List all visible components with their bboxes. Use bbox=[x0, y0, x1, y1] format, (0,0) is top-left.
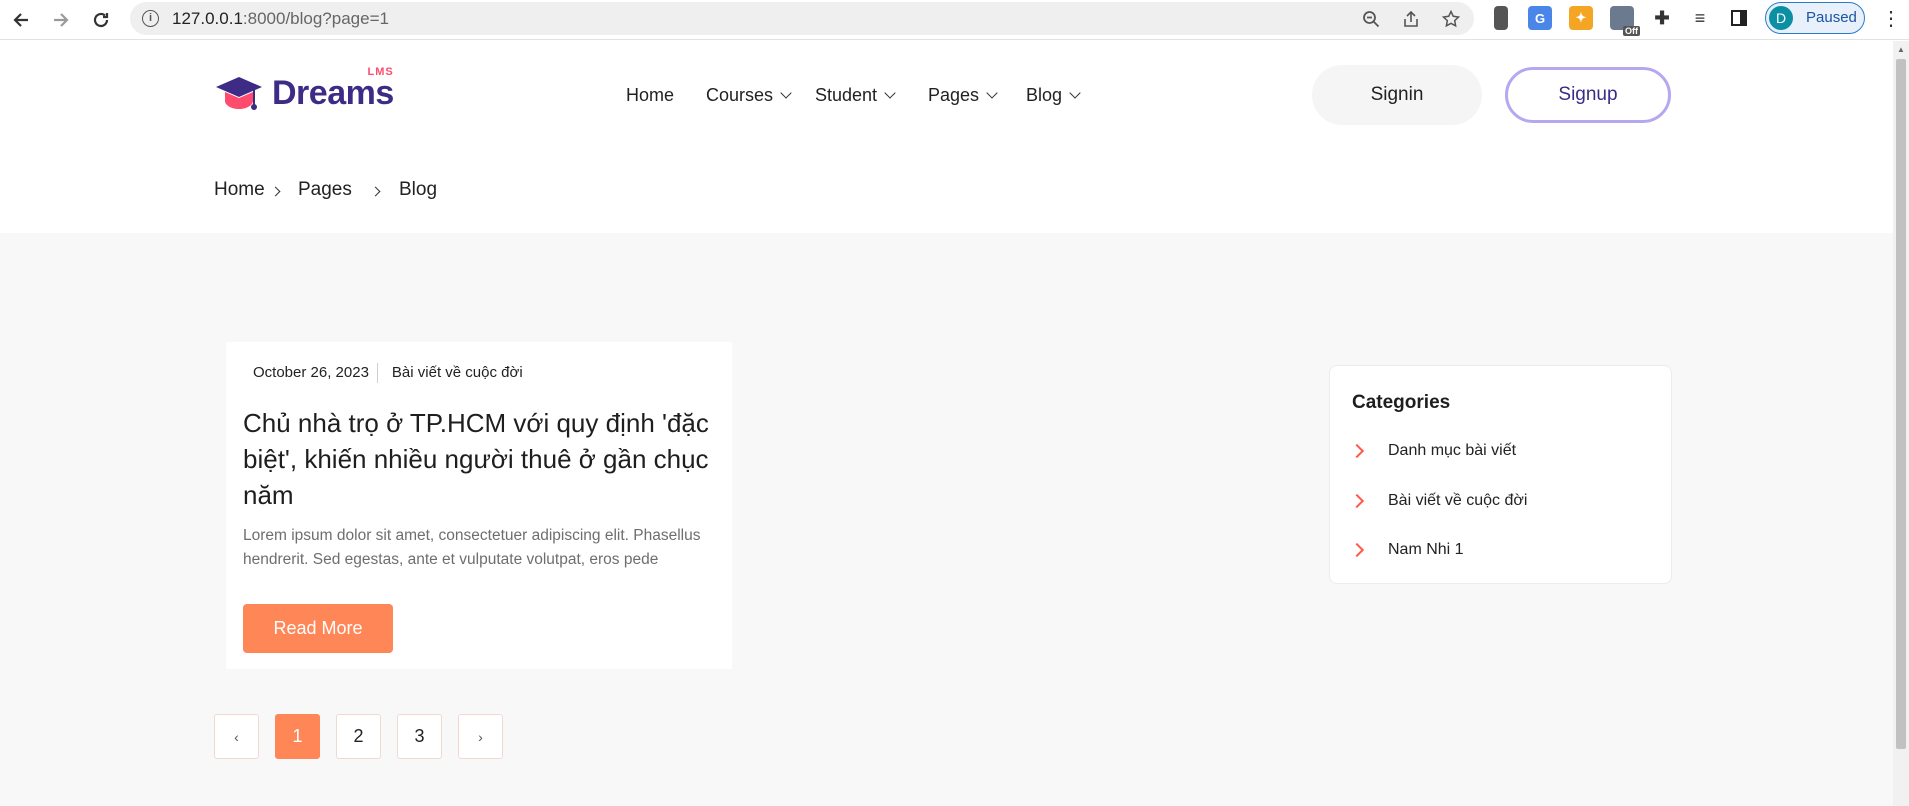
categories-widget: Categories Danh mục bài viết Bài viết về… bbox=[1329, 365, 1672, 584]
pagination-prev[interactable]: ‹ bbox=[214, 714, 259, 759]
extension-orange-icon[interactable]: ✦ bbox=[1569, 6, 1593, 30]
logo-sup: LMS bbox=[367, 65, 394, 78]
chevron-right-icon bbox=[270, 186, 281, 197]
pagination-page-2[interactable]: 2 bbox=[336, 714, 381, 759]
bookmark-star-icon[interactable] bbox=[1440, 8, 1462, 30]
extension-phone-icon[interactable] bbox=[1494, 6, 1508, 30]
nav-blog[interactable]: Blog bbox=[1026, 85, 1081, 106]
profile-button[interactable]: D Paused bbox=[1765, 2, 1865, 34]
pagination-page-1[interactable]: 1 bbox=[275, 714, 320, 759]
url-text[interactable]: 127.0.0.1:8000/blog?page=1 bbox=[172, 9, 389, 29]
breadcrumb-pages[interactable]: Pages bbox=[298, 179, 352, 201]
browser-toolbar: i 127.0.0.1:8000/blog?page=1 G ✦ Off ✚ ≡… bbox=[0, 0, 1909, 40]
post-title[interactable]: Chủ nhà trọ ở TP.HCM với quy định 'đặc b… bbox=[243, 405, 713, 513]
breadcrumb-home[interactable]: Home bbox=[214, 179, 265, 201]
nav-home[interactable]: Home bbox=[626, 85, 674, 106]
profile-status: Paused bbox=[1806, 9, 1857, 26]
categories-title: Categories bbox=[1352, 392, 1451, 413]
signup-button[interactable]: Signup bbox=[1505, 67, 1671, 123]
breadcrumb-blog: Blog bbox=[399, 179, 438, 200]
side-panel-icon[interactable] bbox=[1727, 6, 1751, 30]
page-scrollbar[interactable]: ▲ bbox=[1893, 41, 1909, 806]
chevron-down-icon bbox=[986, 87, 998, 99]
site-logo[interactable]: Dreams LMS bbox=[214, 65, 394, 115]
chevron-right-icon bbox=[1349, 493, 1365, 509]
nav-student[interactable]: Student bbox=[815, 85, 896, 106]
post-category[interactable]: Bài viết về cuộc đời bbox=[392, 364, 523, 381]
nav-pages[interactable]: Pages bbox=[928, 85, 998, 106]
pagination-next[interactable]: › bbox=[458, 714, 503, 759]
chevron-down-icon bbox=[1069, 87, 1081, 99]
scroll-up-icon[interactable]: ▲ bbox=[1897, 45, 1905, 54]
address-bar[interactable]: i 127.0.0.1:8000/blog?page=1 bbox=[130, 2, 1474, 35]
site-info-icon[interactable]: i bbox=[142, 10, 159, 27]
pagination-page-3[interactable]: 3 bbox=[397, 714, 442, 759]
chevron-right-icon bbox=[1349, 443, 1365, 459]
zoom-icon[interactable] bbox=[1360, 8, 1382, 30]
nav-courses[interactable]: Courses bbox=[706, 85, 792, 106]
reload-icon[interactable] bbox=[86, 5, 116, 35]
chevron-right-icon bbox=[370, 186, 381, 197]
forward-icon[interactable] bbox=[46, 5, 76, 35]
chevron-right-icon bbox=[1349, 542, 1365, 558]
media-control-icon[interactable]: ≡ bbox=[1688, 6, 1712, 30]
chevron-down-icon bbox=[780, 87, 792, 99]
logo-text: Dreams LMS bbox=[272, 65, 394, 112]
post-excerpt: Lorem ipsum dolor sit amet, consectetuer… bbox=[243, 527, 701, 568]
avatar: D bbox=[1769, 6, 1793, 30]
extensions-puzzle-icon[interactable]: ✚ bbox=[1650, 6, 1674, 30]
graduation-cap-icon bbox=[216, 77, 262, 110]
blog-post-card: October 26, 2023 Bài viết về cuộc đời Chủ… bbox=[226, 342, 732, 669]
translate-extension-icon[interactable]: G bbox=[1528, 6, 1552, 30]
blog-content: October 26, 2023 Bài viết về cuộc đời Chủ… bbox=[0, 233, 1893, 806]
scrollbar-thumb[interactable] bbox=[1896, 59, 1906, 749]
browser-menu-icon[interactable]: ⋮ bbox=[1881, 6, 1901, 31]
share-icon[interactable] bbox=[1400, 8, 1422, 30]
post-date: October 26, 2023 bbox=[253, 363, 369, 381]
post-meta: October 26, 2023 Bài viết về cuộc đời bbox=[253, 363, 523, 383]
read-more-button[interactable]: Read More bbox=[243, 604, 393, 653]
page: Dreams LMS Home Courses Student Pages Bl… bbox=[0, 41, 1893, 806]
chevron-down-icon bbox=[884, 87, 896, 99]
back-icon[interactable] bbox=[6, 5, 36, 35]
signin-button[interactable]: Signin bbox=[1312, 65, 1482, 125]
extension-off-icon[interactable]: Off bbox=[1610, 6, 1640, 36]
